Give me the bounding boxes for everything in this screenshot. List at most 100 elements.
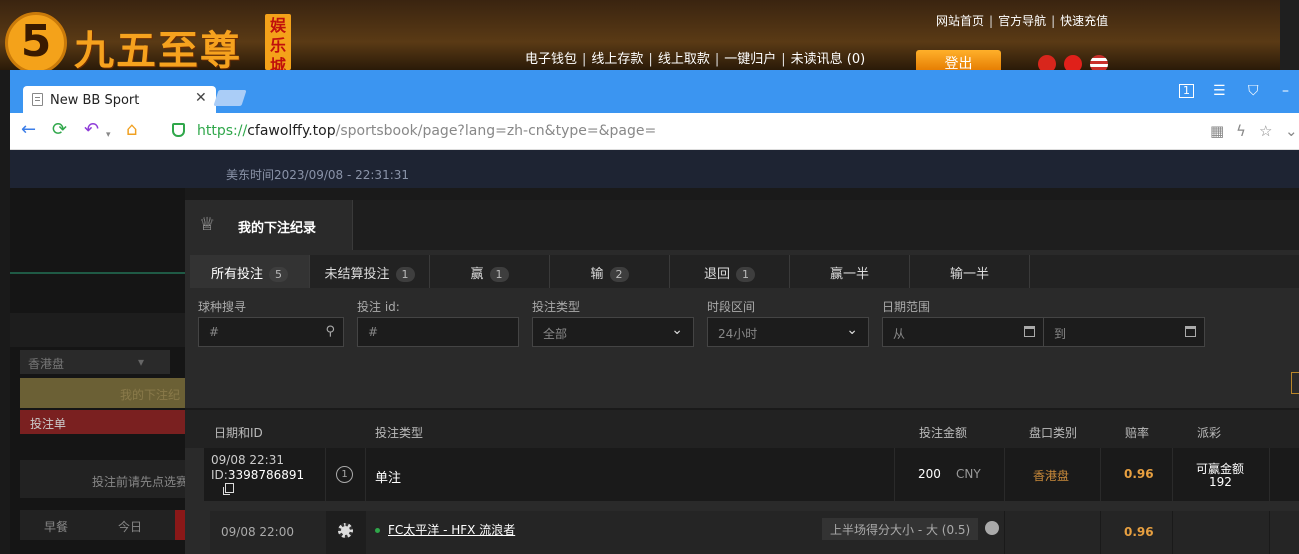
site-logo-icon: 5: [5, 12, 67, 74]
col-bet-type: 投注类型: [375, 426, 424, 440]
selection-match-link[interactable]: FC太平洋 - HFX 流浪者: [375, 521, 515, 538]
col-odds: 赔率: [1125, 426, 1150, 440]
chevron-down-icon: ⌄: [671, 322, 683, 338]
close-tab-icon[interactable]: ✕: [195, 90, 207, 106]
calendar-icon[interactable]: [1024, 326, 1035, 337]
left-panel: 香港盘 ▾ 我的下注纪 投注单 投注前请先点选赛 早餐 今日: [10, 188, 195, 554]
export-icon[interactable]: [1291, 372, 1299, 394]
tab-all-bets[interactable]: 所有投注 5: [190, 255, 310, 288]
bet-type-label: 投注类型: [532, 300, 581, 314]
date-range-label: 日期范围: [882, 300, 931, 314]
top-link-nav[interactable]: 官方导航: [998, 14, 1046, 28]
tab-half-lost[interactable]: 输一半: [910, 255, 1030, 288]
eastern-time-label: 美东时间2023/09/08 - 22:31:31: [226, 168, 410, 182]
security-shield-icon[interactable]: [172, 123, 185, 137]
selection-odds: 0.96: [1124, 525, 1154, 539]
left-sport-tabs: 早餐 今日: [20, 510, 195, 540]
bet-type-select[interactable]: 全部 ⌄: [532, 317, 694, 347]
top-link-home[interactable]: 网站首页: [936, 14, 984, 28]
account-nav: 电子钱包 | 线上存款 | 线上取款 | 一键归户 | 未读讯息 (0): [525, 52, 866, 67]
date-to-input[interactable]: 到: [1043, 317, 1205, 347]
stats-icon[interactable]: [985, 521, 999, 535]
browser-window: New BB Sport ✕ 1 ☰ ⛉ – ← ⟳ ↶ ▾ ⌂ https:/…: [10, 70, 1299, 554]
url-field[interactable]: https://cfawolffy.top/sportsbook/page?la…: [197, 123, 656, 139]
selection-time: 09/08 22:00: [221, 525, 294, 539]
bet-slip-hint: 投注前请先点选赛: [20, 460, 195, 498]
menu-icon[interactable]: ☰: [1213, 83, 1226, 99]
page-content: 美东时间2023/09/08 - 22:31:31 香港盘 ▾ 我的下注纪 投注单…: [10, 150, 1299, 554]
date-from-input[interactable]: 从: [882, 317, 1044, 347]
nav-link-wallet[interactable]: 电子钱包: [525, 52, 577, 67]
bet-slip-header[interactable]: 投注单: [20, 410, 195, 434]
top-link-recharge[interactable]: 快速充值: [1060, 14, 1108, 28]
time-bar: 美东时间2023/09/08 - 22:31:31: [10, 150, 1299, 188]
bet-market: 香港盘: [1033, 469, 1070, 483]
top-links: 网站首页 | 官方导航 | 快速充值: [936, 14, 1109, 28]
browser-tab[interactable]: New BB Sport ✕: [23, 86, 216, 113]
tab-refunded[interactable]: 退回 1: [670, 255, 790, 288]
logout-button[interactable]: 登出: [916, 50, 1001, 72]
copy-icon[interactable]: [225, 483, 234, 493]
bet-filter-tabs: 所有投注 5 未结算投注 1 赢1 输2 退回 1 赢一半 输一半: [190, 255, 1299, 288]
site-header: 5 九五至尊 娱乐城 网站首页 | 官方导航 | 快速充值 电子钱包 | 线上存款 | 线上取款…: [0, 0, 1299, 74]
bet-type: 单注: [375, 471, 402, 486]
tab-today[interactable]: 今日: [118, 518, 142, 535]
soccer-ball-icon: [338, 523, 353, 538]
selection-row: 09/08 22:00 FC太平洋 - HFX 流浪者 上半场得分大小 - 大 …: [210, 511, 1299, 554]
address-bar: ← ⟳ ↶ ▾ ⌂ https://cfawolffy.top/sportsbo…: [10, 113, 1299, 150]
sport-search-label: 球种搜寻: [198, 300, 247, 314]
tab-unsettled[interactable]: 未结算投注 1: [310, 255, 430, 288]
new-tab-button[interactable]: [213, 90, 247, 106]
trophy-icon: ♕: [199, 214, 216, 235]
back-icon[interactable]: ←: [21, 121, 36, 139]
nav-link-withdraw[interactable]: 线上取款: [658, 52, 710, 67]
my-bets-link[interactable]: 我的下注纪: [20, 378, 195, 408]
bet-id-label: 投注 id:: [357, 300, 400, 314]
refresh-icon[interactable]: ⟳: [52, 121, 67, 139]
tab-won[interactable]: 赢1: [430, 255, 550, 288]
bet-history-modal: ♕ 我的下注纪录 所有投注 5 未结算投注 1 赢1 输2 退回 1 赢一半 输一半 …: [185, 200, 1299, 554]
undo-icon[interactable]: ↶: [84, 121, 99, 139]
bet-table-header: 日期和ID 投注类型 投注金额 盘口类别 赔率 派彩: [185, 408, 1299, 448]
more-icon[interactable]: ⌄: [1285, 122, 1298, 140]
col-date-id: 日期和ID: [214, 426, 263, 440]
payout-value: 192: [1209, 475, 1232, 489]
skin-icon[interactable]: ⛉: [1248, 83, 1259, 99]
site-logo-badge: 娱乐城: [265, 14, 291, 70]
nav-link-consolidate[interactable]: 一键归户: [724, 52, 776, 67]
bet-count-icon: 1: [336, 466, 353, 483]
tab-title: New BB Sport: [50, 93, 140, 108]
star-icon[interactable]: ☆: [1259, 122, 1272, 140]
bet-currency: CNY: [956, 467, 981, 481]
tab-count-icon[interactable]: 1: [1179, 84, 1194, 98]
qr-code-icon[interactable]: ▦: [1210, 122, 1224, 140]
sport-search-input[interactable]: # ⚲: [198, 317, 344, 347]
tab-early[interactable]: 早餐: [44, 518, 68, 535]
col-payout: 派彩: [1197, 426, 1222, 440]
nav-link-deposit[interactable]: 线上存款: [591, 52, 643, 67]
tab-half-won[interactable]: 赢一半: [790, 255, 910, 288]
undo-dropdown-icon[interactable]: ▾: [106, 126, 111, 144]
home-icon[interactable]: ⌂: [126, 121, 137, 139]
modal-title: 我的下注纪录: [238, 221, 317, 236]
calendar-icon[interactable]: [1185, 326, 1196, 337]
page-icon: [32, 93, 43, 106]
period-label: 时段区间: [707, 300, 756, 314]
odds-format-select[interactable]: 香港盘 ▾: [20, 350, 170, 374]
col-amount: 投注金额: [919, 426, 968, 440]
minimize-icon[interactable]: –: [1282, 83, 1289, 99]
chevron-down-icon: ⌄: [846, 322, 858, 338]
selection-market-tag: 上半场得分大小 - 大 (0.5): [822, 518, 979, 540]
bet-amount: 200: [918, 467, 941, 481]
lightning-icon[interactable]: ϟ: [1236, 122, 1246, 140]
nav-link-messages[interactable]: 未读讯息 (0): [791, 52, 866, 67]
tab-lost[interactable]: 输2: [550, 255, 670, 288]
col-market: 盘口类别: [1029, 426, 1078, 440]
period-select[interactable]: 24小时 ⌄: [707, 317, 869, 347]
search-icon[interactable]: ⚲: [325, 324, 335, 339]
site-logo-text: 九五至尊: [74, 28, 242, 74]
bet-id-input[interactable]: #: [357, 317, 519, 347]
table-row: 09/08 22:31 ID:3398786891 1 单注 200 CNY 香…: [204, 448, 1299, 501]
bet-odds: 0.96: [1124, 467, 1154, 481]
bet-id: ID:3398786891: [211, 468, 305, 482]
